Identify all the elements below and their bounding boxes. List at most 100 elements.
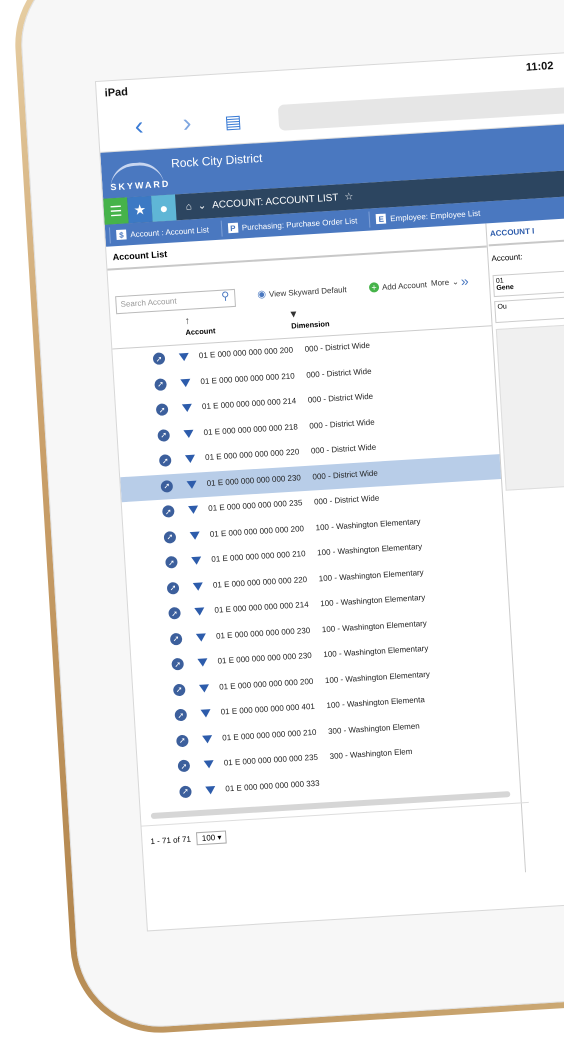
open-record-icon[interactable]: ➚ (160, 479, 174, 493)
account-cell: 01 E 000 000 000 000 200 (209, 523, 305, 539)
back-button[interactable]: ‹ (134, 110, 144, 140)
account-cell: 01 E 000 000 000 000 214 (214, 600, 309, 615)
open-record-icon[interactable]: ➚ (166, 581, 180, 595)
dimension-cell: 000 - District Wide (309, 417, 375, 431)
view-default-link[interactable]: ◉ View Skyward Default (257, 284, 347, 300)
open-record-icon[interactable]: ➚ (172, 683, 186, 696)
sort-up-icon[interactable]: ↑ (184, 316, 190, 327)
globe-icon[interactable]: ● (151, 194, 177, 222)
dimension-cell: 100 - Washington Elementary (321, 618, 428, 634)
account-cell: 01 E 000 000 000 000 200 (218, 676, 314, 692)
account-cell: 01 E 000 000 000 000 230 (206, 472, 302, 488)
account-cell: 01 E 000 000 000 000 401 (220, 701, 316, 717)
dimension-cell: 100 - Washington Elementary (323, 643, 429, 660)
district-name: Rock City District (170, 151, 263, 171)
more-menu[interactable]: More ⌄ (431, 277, 459, 288)
search-input[interactable]: Search Account (115, 288, 236, 315)
content-area: Account List Search Account ⚲ ◉ View Sky… (106, 208, 564, 896)
expand-arrow-icon[interactable] (191, 556, 202, 566)
dimension-cell: 100 - Washington Elementary (315, 516, 421, 532)
open-record-icon[interactable]: ➚ (155, 403, 169, 416)
home-icon[interactable]: ⌂ (185, 201, 192, 212)
open-record-icon[interactable]: ➚ (176, 734, 189, 747)
expand-arrow-icon[interactable] (192, 581, 204, 591)
account-cell: 01 E 000 000 000 000 210 (221, 727, 317, 743)
open-record-icon[interactable]: ➚ (171, 657, 185, 671)
plus-icon: + (368, 282, 380, 293)
expand-arrow-icon[interactable] (180, 378, 191, 387)
open-record-icon[interactable]: ➚ (165, 555, 178, 569)
expand-panel-icon[interactable]: » (460, 273, 469, 289)
employee-icon: E (375, 213, 387, 225)
breadcrumb: ⌂ ⌄ ACCOUNT: ACCOUNT LIST ☆ (185, 191, 353, 212)
account-cell: 01 E 000 000 000 000 220 (204, 447, 300, 463)
account-cell: 01 E 000 000 000 000 218 (203, 421, 298, 437)
expand-arrow-icon[interactable] (186, 480, 197, 489)
chevron-down-icon: ⌄ (451, 277, 460, 287)
account-cell: 01 E 000 000 000 000 214 (201, 396, 297, 412)
chevron-down-icon[interactable]: ⌄ (197, 200, 206, 211)
col-account[interactable]: Account (185, 326, 215, 337)
open-record-icon[interactable]: ➚ (152, 352, 166, 366)
open-record-icon[interactable]: ➚ (163, 530, 177, 544)
expand-arrow-icon[interactable] (188, 505, 199, 515)
open-record-icon[interactable]: ➚ (168, 606, 181, 620)
expand-arrow-icon[interactable] (198, 683, 210, 693)
account-cell: 01 E 000 000 000 000 230 (215, 625, 311, 641)
expand-arrow-icon[interactable] (200, 709, 211, 718)
expand-arrow-icon[interactable] (195, 632, 207, 642)
account-list-pane: Account List Search Account ⚲ ◉ View Sky… (106, 223, 531, 896)
account-cell: 01 E 000 000 000 000 235 (223, 752, 319, 768)
expand-arrow-icon[interactable] (184, 454, 196, 464)
account-cell: 01 E 000 000 000 000 235 (207, 498, 303, 513)
sort-down-icon[interactable]: ▼ (288, 309, 299, 321)
dimension-cell: 100 - Washington Elementary (316, 541, 423, 558)
detail-panel (495, 316, 564, 491)
tab-label: Purchasing: Purchase Order List (241, 215, 358, 232)
dimension-cell: 100 - Washington Elementary (319, 592, 426, 609)
open-record-icon[interactable]: ➚ (157, 428, 171, 442)
open-record-icon[interactable]: ➚ (174, 708, 188, 722)
expand-arrow-icon[interactable] (178, 352, 190, 362)
col-dimension[interactable]: Dimension (291, 319, 330, 330)
open-record-icon[interactable]: ➚ (161, 505, 175, 518)
search-icon[interactable]: ⚲ (221, 289, 230, 302)
expand-arrow-icon[interactable] (183, 429, 194, 438)
tab-label: Account : Account List (130, 224, 210, 239)
bookmarks-icon[interactable]: ▤ (224, 107, 243, 136)
dimension-cell: 300 - Washington Elem (329, 746, 413, 761)
expand-arrow-icon[interactable] (194, 607, 205, 616)
account-cell: 01 E 000 000 000 000 210 (211, 549, 306, 564)
forward-button[interactable]: › (182, 107, 192, 137)
favorites-star-icon[interactable]: ★ (127, 195, 153, 224)
dimension-cell: 300 - Washington Elemen (327, 720, 420, 736)
account-cell: 01 E 000 000 000 000 333 (225, 778, 320, 793)
account-cell: 01 E 000 000 000 000 220 (212, 574, 308, 590)
page-size-select[interactable]: 100 ▾ (196, 829, 227, 845)
dimension-cell: 000 - District Wide (312, 468, 379, 482)
expand-arrow-icon[interactable] (203, 760, 215, 769)
star-outline-icon[interactable]: ☆ (344, 191, 354, 203)
expand-arrow-icon[interactable] (205, 785, 216, 795)
expand-arrow-icon[interactable] (197, 658, 208, 667)
more-label: More (430, 277, 450, 288)
eye-icon: ◉ (256, 289, 267, 301)
tab-label: Employee: Employee List (389, 208, 481, 223)
expand-arrow-icon[interactable] (189, 531, 201, 540)
open-record-icon[interactable]: ➚ (154, 377, 167, 391)
open-record-icon[interactable]: ➚ (169, 632, 183, 646)
expand-arrow-icon[interactable] (181, 403, 193, 413)
dimension-cell: 000 - District Wide (304, 340, 371, 354)
add-account-button[interactable]: + Add Account (368, 279, 428, 293)
dimension-cell: 000 - District Wide (313, 493, 380, 507)
open-record-icon[interactable]: ➚ (177, 759, 191, 773)
add-account-label: Add Account (381, 279, 428, 292)
clock: 11:02 (525, 60, 554, 74)
expand-arrow-icon[interactable] (202, 734, 213, 744)
open-record-icon[interactable]: ➚ (179, 785, 192, 798)
open-record-icon[interactable]: ➚ (158, 454, 172, 467)
ipad-screen: iPad 11:02 ‹ › ▤ SKYWARD Rock City Distr… (96, 44, 564, 931)
pager-text: 1 - 71 of 71 (150, 834, 192, 846)
dimension-cell: 100 - Washington Elementa (326, 695, 426, 711)
menu-icon[interactable]: ☰ (103, 197, 129, 225)
